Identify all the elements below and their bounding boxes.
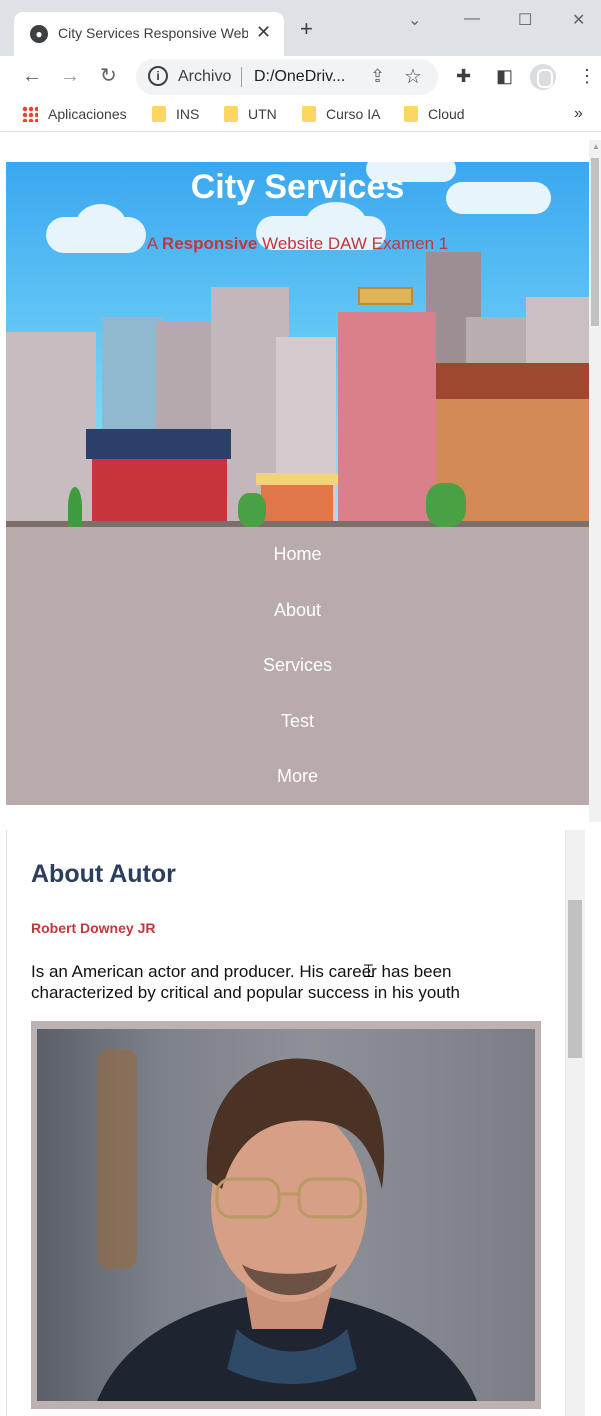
menu-icon[interactable]: ⋮ bbox=[578, 66, 596, 87]
nav-about[interactable]: About bbox=[6, 583, 589, 639]
share-icon[interactable]: ⇪ bbox=[370, 66, 385, 87]
extensions-icon[interactable]: ✚ bbox=[456, 66, 471, 87]
main-navigation: Home About Services Test More bbox=[6, 527, 589, 805]
tree bbox=[238, 493, 266, 527]
rooftop-sign bbox=[358, 287, 413, 305]
mouse-cursor-icon: ⌶ bbox=[363, 961, 374, 981]
star-icon[interactable]: ☆ bbox=[404, 64, 422, 89]
back-icon[interactable]: ← bbox=[22, 64, 42, 88]
hero-banner: City Services A Responsive Website DAW E… bbox=[6, 162, 589, 527]
bookmark-curso-ia[interactable]: Curso IA bbox=[302, 106, 380, 122]
burger-sign bbox=[256, 473, 338, 485]
page-scrollbar-lower[interactable] bbox=[565, 830, 585, 1416]
page-viewport-top: City Services A Responsive Website DAW E… bbox=[0, 140, 601, 822]
omnibox-label: Archivo bbox=[178, 68, 232, 85]
about-title: About Autor bbox=[31, 860, 176, 888]
site-subtitle: A Responsive Website DAW Examen 1 bbox=[146, 234, 449, 253]
close-window-icon[interactable]: ✕ bbox=[572, 10, 585, 30]
tree bbox=[426, 483, 466, 527]
reload-icon[interactable]: ↻ bbox=[100, 64, 117, 88]
apps-grid-icon bbox=[22, 106, 38, 122]
pink-tower bbox=[338, 312, 436, 527]
omnibox-separator bbox=[241, 67, 242, 87]
site-title: City Services bbox=[190, 168, 405, 206]
page-viewport-about: About Autor Robert Downey JR Is an Ameri… bbox=[6, 830, 585, 1416]
scrollbar-thumb[interactable] bbox=[591, 158, 599, 326]
portrait-illustration bbox=[97, 1049, 477, 1401]
building bbox=[6, 332, 96, 527]
scroll-up-icon[interactable]: ▲ bbox=[592, 142, 600, 151]
hotel-building bbox=[92, 457, 227, 527]
profile-avatar-icon[interactable] bbox=[530, 64, 556, 90]
bookmarks-bar: Aplicaciones INS UTN Curso IA Cloud » bbox=[0, 98, 601, 132]
side-panel-icon[interactable]: ◧ bbox=[496, 66, 513, 87]
nav-test[interactable]: Test bbox=[6, 694, 589, 750]
tab-title: City Services Responsive Web bbox=[58, 25, 248, 41]
globe-icon: ● bbox=[30, 25, 48, 43]
author-bio: Is an American actor and producer. His c… bbox=[31, 962, 460, 1002]
close-tab-icon[interactable]: ✕ bbox=[256, 22, 271, 43]
nav-home[interactable]: Home bbox=[6, 527, 589, 583]
browser-tab[interactable]: ● City Services Responsive Web ✕ bbox=[14, 12, 284, 56]
folder-icon bbox=[404, 106, 418, 122]
url-text[interactable]: D:/OneDriv... bbox=[254, 68, 345, 86]
folder-icon bbox=[152, 106, 166, 122]
bookmark-utn[interactable]: UTN bbox=[224, 106, 277, 122]
maximize-icon[interactable]: ☐ bbox=[518, 10, 532, 30]
minimize-icon[interactable]: — bbox=[464, 10, 480, 28]
author-name: Robert Downey JR bbox=[31, 920, 156, 936]
folder-icon bbox=[302, 106, 316, 122]
browser-toolbar: ← → ↻ i Archivo D:/OneDriv... ⇪ ☆ ✚ ◧ ⋮ bbox=[0, 56, 601, 98]
bookmark-cloud[interactable]: Cloud bbox=[404, 106, 465, 122]
info-icon[interactable]: i bbox=[148, 66, 168, 86]
bookmark-apps[interactable]: Aplicaciones bbox=[22, 106, 127, 122]
folder-icon bbox=[224, 106, 238, 122]
address-bar[interactable]: i Archivo D:/OneDriv... ⇪ ☆ bbox=[136, 59, 438, 95]
bookmark-ins[interactable]: INS bbox=[152, 106, 199, 122]
page-scrollbar[interactable]: ▲ bbox=[589, 140, 601, 822]
hotel-roof bbox=[86, 429, 231, 459]
brick-roof bbox=[436, 363, 589, 399]
nav-services[interactable]: Services bbox=[6, 638, 589, 694]
scrollbar-thumb[interactable] bbox=[568, 900, 582, 1058]
tab-strip: ● City Services Responsive Web ✕ + ⌄ — ☐… bbox=[0, 0, 601, 56]
tree bbox=[68, 487, 82, 527]
forward-icon[interactable]: → bbox=[60, 64, 80, 88]
more-bookmarks-icon[interactable]: » bbox=[574, 105, 583, 123]
tab-search-icon[interactable]: ⌄ bbox=[408, 10, 421, 30]
nav-more[interactable]: More bbox=[6, 749, 589, 805]
author-photo bbox=[37, 1029, 535, 1401]
new-tab-icon[interactable]: + bbox=[300, 18, 313, 40]
author-photo-frame bbox=[31, 1021, 541, 1409]
